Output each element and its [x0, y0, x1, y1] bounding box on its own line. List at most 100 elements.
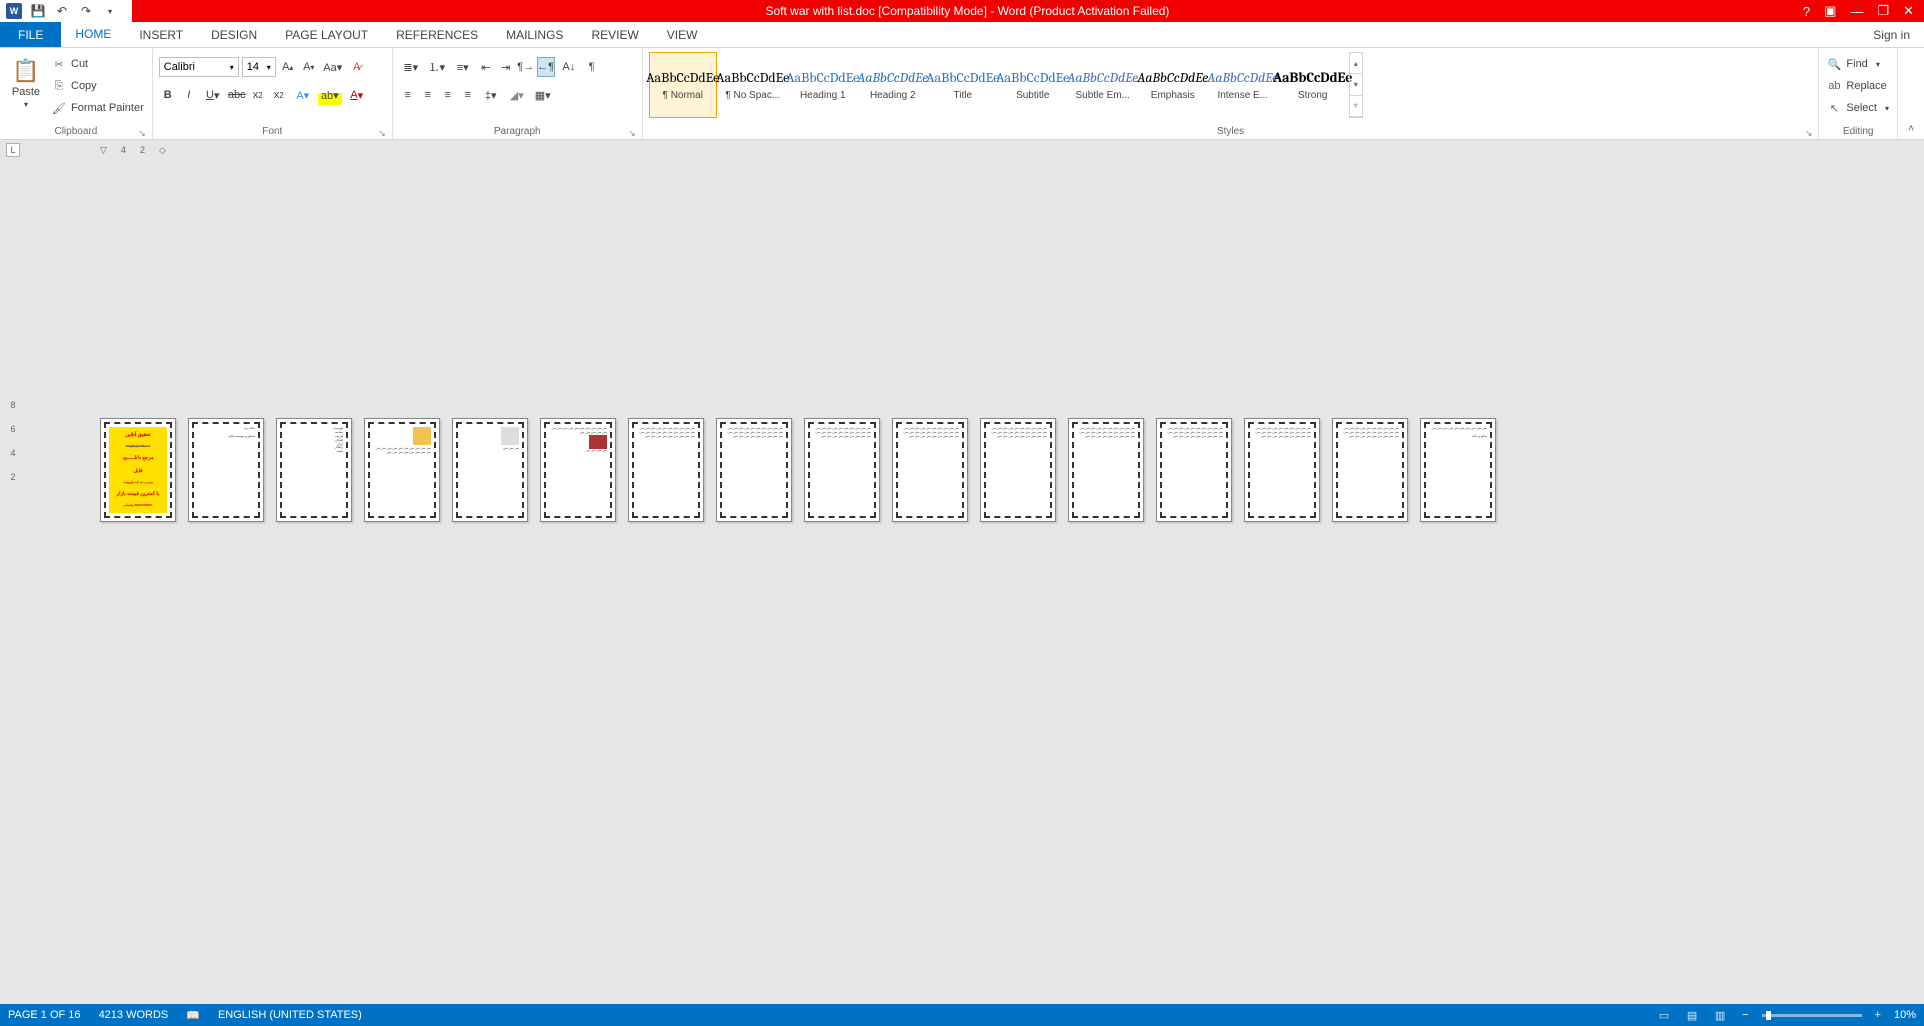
superscript-button[interactable]: x2 [270, 85, 288, 105]
qat-customize-icon[interactable]: ▾ [102, 3, 118, 19]
style-normal[interactable]: AaBbCcDdEe¶ Normal [649, 52, 717, 118]
page-thumbnail[interactable]: متن متن متن متن متن متن متن متن متن متن … [716, 418, 792, 522]
maximize-icon[interactable]: ❐ [1877, 3, 1889, 19]
tab-file[interactable]: FILE [0, 22, 61, 47]
undo-icon[interactable]: ↶ [54, 3, 70, 19]
paste-button[interactable]: 📋 Paste ▾ [6, 50, 46, 116]
zoom-level[interactable]: 10% [1894, 1009, 1916, 1021]
redo-icon[interactable]: ↷ [78, 3, 94, 19]
underline-button[interactable]: U▾ [201, 85, 225, 105]
zoom-out-button[interactable]: − [1739, 1009, 1751, 1021]
indent-marker-icon[interactable]: ▽ [100, 145, 107, 156]
format-painter-button[interactable]: 🖌Format Painter [50, 98, 146, 118]
style-intense-emphasis[interactable]: AaBbCcDdEeIntense E... [1209, 52, 1277, 118]
page-thumbnail[interactable]: متن متن متن متن متن متن متن متن متن متن … [1244, 418, 1320, 522]
web-layout-icon[interactable]: ▥ [1711, 1007, 1729, 1023]
strike-button[interactable]: abc [228, 85, 246, 105]
ltr-button[interactable]: ¶→ [517, 57, 535, 77]
find-button[interactable]: 🔍Find▾ [1825, 54, 1891, 74]
chevron-down-icon[interactable]: ▾ [1350, 74, 1362, 95]
style-subtitle[interactable]: AaBbCcDdEeSubtitle [999, 52, 1067, 118]
tab-page-layout[interactable]: PAGE LAYOUT [271, 22, 382, 47]
page-thumbnail[interactable]: متن متن متن متن متن متن متن متن متن متنم… [1420, 418, 1496, 522]
word-count[interactable]: 4213 WORDS [99, 1009, 169, 1021]
ribbon-display-icon[interactable]: ▣ [1824, 3, 1836, 19]
minimize-icon[interactable]: — [1850, 4, 1863, 19]
page-thumbnail[interactable]: متن متن متن متن متن متن متن متن متن متن … [364, 418, 440, 522]
page-thumbnail[interactable]: متن متن متن [452, 418, 528, 522]
change-case-button[interactable]: Aa▾ [321, 57, 345, 77]
bold-button[interactable]: B [159, 85, 177, 105]
zoom-slider[interactable] [1762, 1014, 1862, 1017]
page-thumbnail[interactable]: جنگ نرممحقق و نویسنده فایل [188, 418, 264, 522]
style-title[interactable]: AaBbCcDdEeTitle [929, 52, 997, 118]
highlight-button[interactable]: ab▾ [318, 85, 342, 105]
justify-button[interactable]: ≡ [459, 85, 477, 105]
clear-format-button[interactable]: A̷ [348, 57, 366, 77]
paragraph-launcher-icon[interactable]: ↘ [628, 128, 636, 139]
style-heading-2[interactable]: AaBbCcDdEeHeading 2 [859, 52, 927, 118]
borders-button[interactable]: ▦▾ [531, 85, 555, 105]
document-area[interactable]: 2 4 6 8 تحقیق آنلاین Tahghighonline.ir م… [0, 160, 1924, 1004]
collapse-ribbon-button[interactable]: ˄ [1898, 48, 1924, 139]
save-icon[interactable]: 💾 [30, 3, 46, 19]
style-subtle-emphasis[interactable]: AaBbCcDdEeSubtle Em... [1069, 52, 1137, 118]
zoom-in-button[interactable]: + [1872, 1009, 1884, 1021]
shrink-font-button[interactable]: A▾ [300, 57, 318, 77]
tab-mailings[interactable]: MAILINGS [492, 22, 577, 47]
align-right-button[interactable]: ≡ [439, 85, 457, 105]
multilevel-button[interactable]: ≡▾ [451, 57, 475, 77]
decrease-indent-button[interactable]: ⇤ [477, 57, 495, 77]
subscript-button[interactable]: x2 [249, 85, 267, 105]
tab-view[interactable]: VIEW [653, 22, 712, 47]
style-strong[interactable]: AaBbCcDdEeStrong [1279, 52, 1347, 118]
styles-launcher-icon[interactable]: ↘ [1805, 128, 1813, 139]
proofing-icon[interactable]: 📖 [186, 1009, 200, 1022]
text-effects-button[interactable]: A▾ [291, 85, 315, 105]
numbering-button[interactable]: ⒈▾ [425, 57, 449, 77]
more-icon[interactable]: ▿ [1350, 96, 1362, 117]
tab-design[interactable]: DESIGN [197, 22, 271, 47]
increase-indent-button[interactable]: ⇥ [497, 57, 515, 77]
italic-button[interactable]: I [180, 85, 198, 105]
align-left-button[interactable]: ≡ [399, 85, 417, 105]
page-thumbnail[interactable]: تحقیق آنلاین Tahghighonline.ir مرجع دانل… [100, 418, 176, 522]
clipboard-launcher-icon[interactable]: ↘ [138, 128, 146, 139]
page-thumbnail[interactable]: متن متن متن متن متن متن متن متن متن متن … [980, 418, 1056, 522]
rtl-button[interactable]: ←¶ [537, 57, 555, 77]
align-center-button[interactable]: ≡ [419, 85, 437, 105]
tab-insert[interactable]: INSERT [125, 22, 197, 47]
page-thumbnail[interactable]: متن متن متن متن متن متن متن متن متن متن … [1068, 418, 1144, 522]
tab-references[interactable]: REFERENCES [382, 22, 492, 47]
print-layout-icon[interactable]: ▤ [1683, 1007, 1701, 1023]
close-icon[interactable]: ✕ [1903, 3, 1914, 19]
page-thumbnail[interactable]: متن متن متن متن متن متن متن متن متن متن … [628, 418, 704, 522]
style-no-spacing[interactable]: AaBbCcDdEe¶ No Spac... [719, 52, 787, 118]
font-color-button[interactable]: A▾ [345, 85, 369, 105]
page-thumbnail[interactable]: متن متن متن متن متن متن متن متن متن متن … [1156, 418, 1232, 522]
style-heading-1[interactable]: AaBbCcDdEeHeading 1 [789, 52, 857, 118]
page-thumbnail[interactable]: متن متن متن متن متن متن متن متن متن متن … [892, 418, 968, 522]
page-count[interactable]: PAGE 1 OF 16 [8, 1009, 81, 1021]
tab-home[interactable]: HOME [61, 22, 125, 47]
sort-button[interactable]: A↓ [557, 57, 581, 77]
font-launcher-icon[interactable]: ↘ [378, 128, 386, 139]
styles-more[interactable]: ▴▾▿ [1349, 52, 1363, 118]
chevron-up-icon[interactable]: ▴ [1350, 53, 1362, 74]
bullets-button[interactable]: ≣▾ [399, 57, 423, 77]
help-icon[interactable]: ? [1803, 4, 1810, 19]
read-mode-icon[interactable]: ▭ [1655, 1007, 1673, 1023]
line-spacing-button[interactable]: ‡▾ [479, 85, 503, 105]
font-name-combo[interactable]: Calibri▾ [159, 57, 239, 77]
style-emphasis[interactable]: AaBbCcDdEeEmphasis [1139, 52, 1207, 118]
shading-button[interactable]: ◢▾ [505, 85, 529, 105]
tab-selector[interactable]: L [6, 143, 20, 157]
select-button[interactable]: ↖Select▾ [1825, 98, 1891, 118]
sign-in-link[interactable]: Sign in [1859, 22, 1924, 47]
cut-button[interactable]: ✂Cut [50, 54, 146, 74]
language-status[interactable]: ENGLISH (UNITED STATES) [218, 1009, 362, 1021]
replace-button[interactable]: abReplace [1825, 76, 1891, 96]
tab-review[interactable]: REVIEW [577, 22, 652, 47]
page-thumbnail[interactable]: متن متن متن متن متن متن متن متن متن متن … [540, 418, 616, 522]
copy-button[interactable]: ⎘Copy [50, 76, 146, 96]
